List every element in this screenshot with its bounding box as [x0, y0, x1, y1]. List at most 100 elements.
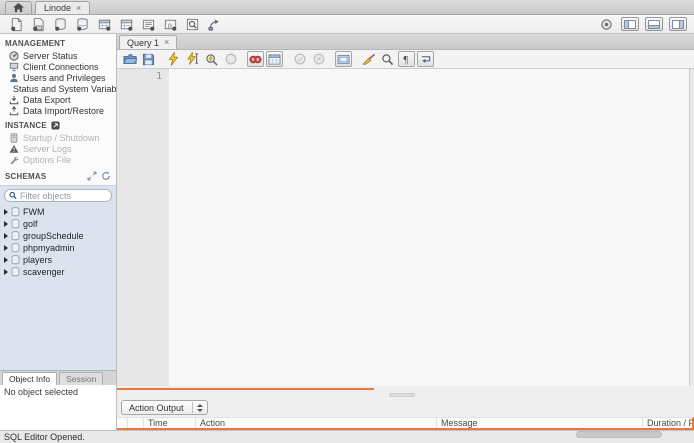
schema-row-players[interactable]: players — [0, 254, 116, 266]
expander-icon[interactable] — [4, 233, 8, 239]
status-text: SQL Editor Opened. — [4, 432, 85, 442]
sidebar-item-data-import[interactable]: Data Import/Restore — [0, 105, 116, 116]
stop-icon[interactable] — [222, 51, 239, 67]
sidebar-item-label: Server Logs — [23, 143, 72, 154]
open-sql-file-icon[interactable] — [121, 51, 138, 67]
output-type-select[interactable]: Action Output — [121, 400, 208, 415]
connection-tab-close-icon[interactable]: × — [76, 3, 81, 13]
line-number: 1 — [156, 71, 162, 82]
column-status — [117, 418, 128, 428]
sql-editor: 1 — [117, 69, 694, 386]
search-table-data-icon[interactable] — [183, 16, 201, 32]
refresh-schemas-icon[interactable] — [101, 171, 111, 181]
filter-row — [0, 186, 116, 204]
toggle-output-area-icon[interactable] — [645, 17, 663, 31]
data-import-icon — [9, 105, 19, 115]
tab-object-info[interactable]: Object Info — [2, 372, 58, 385]
schema-label: scavenger — [23, 267, 65, 277]
create-view-icon[interactable] — [117, 16, 135, 32]
sidebar-item-label: Client Connections — [23, 61, 99, 72]
sidebar-item-label: Status and System Variables — [13, 83, 116, 94]
schema-icon — [11, 219, 20, 229]
expander-icon[interactable] — [4, 209, 8, 215]
sql-editor-canvas[interactable] — [169, 69, 690, 386]
query-tab-label: Query 1 — [127, 37, 160, 48]
query-tab-close-icon[interactable]: × — [164, 38, 169, 47]
toggle-autocommit-icon[interactable] — [335, 51, 352, 67]
schema-icon — [11, 243, 20, 253]
data-export-icon — [9, 95, 19, 104]
toggle-sidebar-icon[interactable] — [621, 17, 639, 31]
limit-rows-icon[interactable] — [266, 51, 283, 67]
create-table-icon[interactable] — [95, 16, 113, 32]
schema-icon — [11, 267, 20, 277]
schema-filter-input[interactable] — [19, 190, 107, 201]
beautify-icon[interactable] — [360, 51, 377, 67]
wrap-text-icon[interactable] — [417, 51, 434, 67]
commit-icon[interactable] — [291, 51, 308, 67]
instance-section-header: INSTANCE — [0, 116, 116, 132]
home-icon — [13, 3, 24, 13]
create-function-icon[interactable]: fx — [161, 16, 179, 32]
rollback-icon[interactable] — [310, 51, 327, 67]
schemas-header-label: SCHEMAS — [5, 171, 47, 181]
sidebar-item-server-status[interactable]: Server Status — [0, 50, 116, 61]
toggle-secondary-sidebar-icon[interactable] — [669, 17, 687, 31]
schema-filter-box[interactable] — [4, 189, 112, 202]
server-status-icon — [9, 50, 19, 61]
sidebar-item-options-file[interactable]: Options File — [0, 154, 116, 165]
sidebar: MANAGEMENT Server Status Client Connecti… — [0, 34, 117, 430]
schema-label: phpmyadmin — [23, 243, 75, 253]
create-procedure-icon[interactable] — [139, 16, 157, 32]
execute-icon[interactable] — [165, 51, 182, 67]
sidebar-item-system-variables[interactable]: Status and System Variables — [0, 83, 116, 94]
sidebar-item-server-logs[interactable]: Server Logs — [0, 143, 116, 154]
preferences-icon[interactable] — [597, 16, 615, 32]
schema-row-golf[interactable]: golf — [0, 218, 116, 230]
sidebar-item-startup-shutdown[interactable]: Startup / Shutdown — [0, 132, 116, 143]
new-sql-tab-icon[interactable] — [7, 16, 25, 32]
connection-tab[interactable]: Linode × — [35, 1, 91, 14]
splitter-grip[interactable] — [389, 393, 415, 397]
query-tab[interactable]: Query 1 × — [119, 35, 178, 49]
tab-session[interactable]: Session — [59, 372, 104, 385]
show-invisibles-icon[interactable]: ¶ — [398, 51, 415, 67]
schema-row-phpmyadmin[interactable]: phpmyadmin — [0, 242, 116, 254]
column-action: Action — [196, 418, 437, 428]
create-database-icon[interactable] — [73, 16, 91, 32]
reconnect-dbms-icon[interactable] — [205, 16, 223, 32]
expander-icon[interactable] — [4, 245, 8, 251]
sidebar-item-label: Data Export — [23, 94, 71, 105]
schema-row-scavenger[interactable]: scavenger — [0, 266, 116, 278]
sidebar-item-users-privileges[interactable]: Users and Privileges — [0, 72, 116, 83]
create-schema-icon[interactable] — [51, 16, 69, 32]
expand-schemas-icon[interactable] — [87, 171, 97, 181]
combo-spinner-icon — [191, 402, 203, 413]
schema-row-fwm[interactable]: FWM — [0, 206, 116, 218]
main-toolbar: fx — [0, 15, 694, 34]
schema-label: golf — [23, 219, 38, 229]
open-sql-script-icon[interactable] — [29, 16, 47, 32]
expander-icon[interactable] — [4, 269, 8, 275]
sidebar-item-data-export[interactable]: Data Export — [0, 94, 116, 105]
expander-icon[interactable] — [4, 257, 8, 263]
expander-icon[interactable] — [4, 221, 8, 227]
action-output-header: Time Action Message Duration / Fetch — [117, 417, 694, 430]
workspace: MANAGEMENT Server Status Client Connecti… — [0, 34, 694, 430]
connection-tab-label: Linode — [44, 3, 72, 13]
toggle-stop-on-error-icon[interactable] — [247, 51, 264, 67]
schema-row-groupschedule[interactable]: groupSchedule — [0, 230, 116, 242]
mysql-workbench-window: Linode × fx MANAGEMENT Server Status Cli… — [0, 0, 694, 443]
schemas-section-header: SCHEMAS — [0, 165, 116, 183]
editor-output-splitter[interactable] — [117, 386, 694, 399]
sidebar-item-label: Server Status — [23, 50, 78, 61]
execute-current-statement-icon[interactable] — [184, 51, 201, 67]
output-panel: Action Output Time Action Message Durati… — [117, 399, 694, 430]
save-sql-icon[interactable] — [140, 51, 157, 67]
home-tab-button[interactable] — [5, 1, 32, 14]
users-privileges-icon — [10, 73, 18, 82]
explain-icon[interactable] — [203, 51, 220, 67]
sidebar-item-client-connections[interactable]: Client Connections — [0, 61, 116, 72]
find-icon[interactable] — [379, 51, 396, 67]
horizontal-scrollbar-thumb[interactable] — [576, 431, 662, 438]
